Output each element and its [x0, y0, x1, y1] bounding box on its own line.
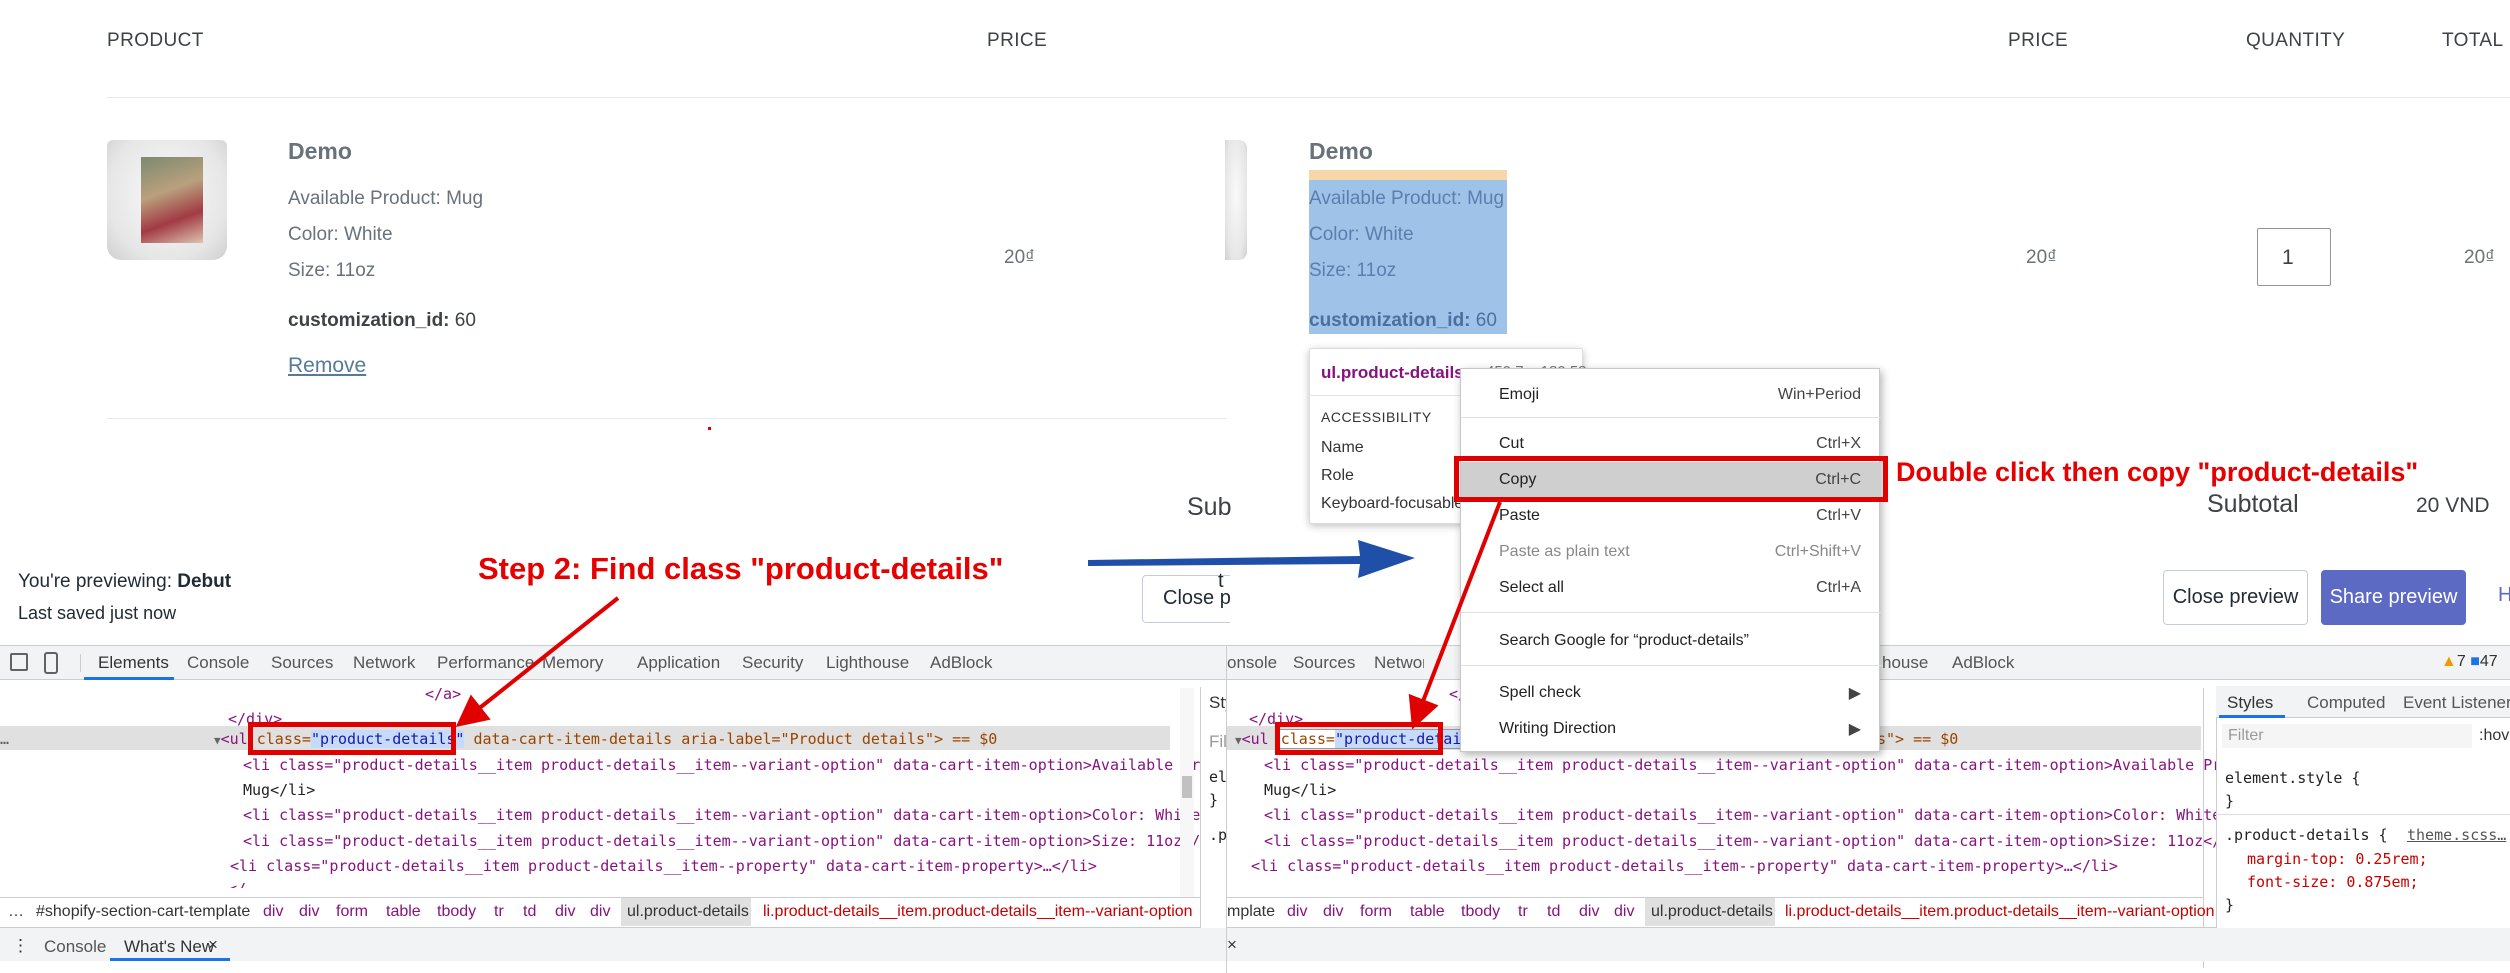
annotation-arrows	[455, 501, 1502, 730]
arrow-step2	[455, 596, 620, 727]
arrow-blue	[1088, 540, 1415, 578]
arrow-copy	[1408, 501, 1502, 730]
